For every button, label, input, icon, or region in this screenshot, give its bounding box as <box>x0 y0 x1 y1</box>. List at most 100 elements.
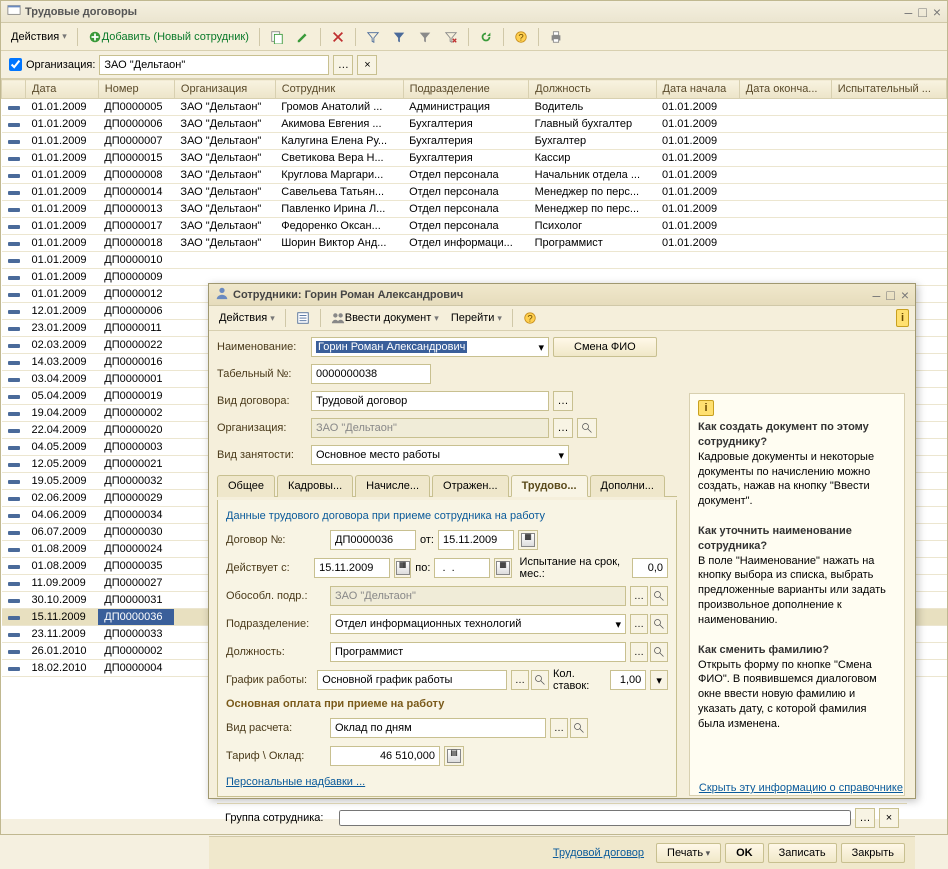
group-clear[interactable]: × <box>879 808 899 828</box>
tab-hr[interactable]: Кадровы... <box>277 475 353 497</box>
dept-lookup[interactable]: … <box>630 614 648 634</box>
table-row[interactable]: 01.01.2009ДП0000013ЗАО "Дельтаон"Павленк… <box>2 201 947 218</box>
tabno-input[interactable] <box>311 364 431 384</box>
from-date-cal-icon[interactable]: ▦ <box>518 530 538 550</box>
col-header[interactable]: Дата начала <box>656 80 739 99</box>
maximize-icon[interactable]: □ <box>918 5 926 19</box>
filter2-button[interactable] <box>388 28 410 46</box>
dept-combo[interactable]: Отдел информационных технологий▾ <box>330 614 626 634</box>
rates-spinner-icon[interactable]: ▾ <box>650 670 668 690</box>
print-menu[interactable]: Печать <box>656 843 721 863</box>
hide-help-link[interactable]: Скрыть эту информацию о справочнике <box>699 782 903 794</box>
dialog-list-button[interactable] <box>292 309 314 327</box>
org-filter-clear[interactable]: × <box>357 55 377 75</box>
to-date-cal-icon[interactable]: ▦ <box>494 558 511 578</box>
col-header[interactable]: Организация <box>174 80 275 99</box>
allowances-link[interactable]: Персональные надбавки ... <box>226 776 365 788</box>
col-header[interactable]: Сотрудник <box>275 80 403 99</box>
dept-search[interactable] <box>650 614 668 634</box>
save-button[interactable]: Записать <box>768 843 837 863</box>
col-header[interactable]: Испытательный ... <box>831 80 946 99</box>
table-row[interactable]: 01.01.2009ДП0000006ЗАО "Дельтаон"Акимова… <box>2 116 947 133</box>
dialog-help-button[interactable]: ? <box>519 309 541 327</box>
col-header[interactable]: Подразделение <box>403 80 529 99</box>
employment-combo[interactable]: Основное место работы▾ <box>311 445 569 465</box>
org-filter-checkbox[interactable] <box>9 58 22 71</box>
delete-button[interactable] <box>327 28 349 46</box>
tab-labor[interactable]: Трудово... <box>511 475 588 497</box>
org-filter-lookup[interactable]: … <box>333 55 353 75</box>
pos-lookup[interactable]: … <box>630 642 648 662</box>
valid-from-cal-icon[interactable]: ▦ <box>394 558 411 578</box>
add-button[interactable]: Добавить (Новый сотрудник) <box>84 28 253 46</box>
refresh-button[interactable] <box>475 28 497 46</box>
org-lookup[interactable]: … <box>553 418 573 438</box>
filter-clear-button[interactable] <box>440 28 462 46</box>
to-date-input[interactable] <box>434 558 490 578</box>
salary-input[interactable] <box>330 746 440 766</box>
table-row[interactable]: 01.01.2009ДП0000017ЗАО "Дельтаон"Федорен… <box>2 218 947 235</box>
table-row[interactable]: 01.01.2009ДП0000015ЗАО "Дельтаон"Светико… <box>2 150 947 167</box>
rates-input[interactable] <box>610 670 646 690</box>
table-row[interactable]: 01.01.2009ДП0000005ЗАО "Дельтаон"Громов … <box>2 99 947 116</box>
dialog-close-icon[interactable]: × <box>901 288 909 302</box>
salary-calc-icon[interactable]: ▤ <box>444 746 464 766</box>
close-button[interactable]: Закрыть <box>841 843 905 863</box>
filter1-button[interactable] <box>362 28 384 46</box>
help-button[interactable]: ? <box>510 28 532 46</box>
separate-lookup[interactable]: … <box>630 586 648 606</box>
schedule-lookup[interactable]: … <box>511 670 529 690</box>
contract-type-lookup[interactable]: … <box>553 391 573 411</box>
contract-no-input[interactable] <box>330 530 416 550</box>
separate-search[interactable] <box>650 586 668 606</box>
table-row[interactable]: 01.01.2009ДП0000008ЗАО "Дельтаон"Круглов… <box>2 167 947 184</box>
edit-button[interactable] <box>292 28 314 46</box>
org-filter-input[interactable] <box>99 55 329 75</box>
close-icon[interactable]: × <box>933 5 941 19</box>
col-header[interactable]: Номер <box>98 80 174 99</box>
pos-input[interactable] <box>330 642 626 662</box>
tab-reflect[interactable]: Отражен... <box>432 475 509 497</box>
tab-accruals[interactable]: Начисле... <box>355 475 430 497</box>
actions-menu[interactable]: Действия <box>7 29 71 45</box>
copy-button[interactable] <box>266 28 288 46</box>
schedule-search[interactable] <box>531 670 549 690</box>
name-combo[interactable]: Горин Роман Александрович▾ <box>311 337 549 357</box>
contract-type-label: Вид договора: <box>217 395 307 407</box>
calc-lookup[interactable]: … <box>550 718 568 738</box>
table-row[interactable]: 01.01.2009ДП0000018ЗАО "Дельтаон"Шорин В… <box>2 235 947 252</box>
calc-input[interactable] <box>330 718 546 738</box>
pos-search[interactable] <box>650 642 668 662</box>
info-toggle-button[interactable]: i <box>896 309 909 327</box>
change-fio-button[interactable]: Смена ФИО <box>553 337 657 357</box>
col-header[interactable]: Дата <box>26 80 99 99</box>
group-input[interactable] <box>339 810 851 826</box>
tab-additional[interactable]: Дополни... <box>590 475 665 497</box>
schedule-input[interactable] <box>317 670 507 690</box>
calc-search[interactable] <box>570 718 588 738</box>
table-row[interactable]: 01.01.2009ДП0000010 <box>2 252 947 269</box>
filter3-button[interactable] <box>414 28 436 46</box>
col-header[interactable] <box>2 80 26 99</box>
valid-from-input[interactable] <box>314 558 390 578</box>
row-icon <box>8 565 20 569</box>
goto-menu[interactable]: Перейти <box>447 310 506 326</box>
print-button[interactable] <box>545 28 567 46</box>
enter-document-menu[interactable]: Ввести документ <box>327 309 443 327</box>
contract-type-input[interactable] <box>311 391 549 411</box>
col-header[interactable]: Дата оконча... <box>739 80 831 99</box>
tab-general[interactable]: Общее <box>217 475 275 497</box>
from-date-input[interactable] <box>438 530 514 550</box>
contract-link[interactable]: Трудовой договор <box>553 847 644 859</box>
probation-input[interactable] <box>632 558 668 578</box>
dialog-maximize-icon[interactable]: □ <box>886 288 894 302</box>
table-row[interactable]: 01.01.2009ДП0000007ЗАО "Дельтаон"Калугин… <box>2 133 947 150</box>
dialog-minimize-icon[interactable]: – <box>873 288 881 302</box>
table-row[interactable]: 01.01.2009ДП0000014ЗАО "Дельтаон"Савелье… <box>2 184 947 201</box>
dialog-actions-menu[interactable]: Действия <box>215 310 279 326</box>
minimize-icon[interactable]: – <box>905 5 913 19</box>
group-lookup[interactable]: … <box>855 808 875 828</box>
org-search[interactable] <box>577 418 597 438</box>
col-header[interactable]: Должность <box>529 80 656 99</box>
ok-button[interactable]: OK <box>725 843 764 863</box>
